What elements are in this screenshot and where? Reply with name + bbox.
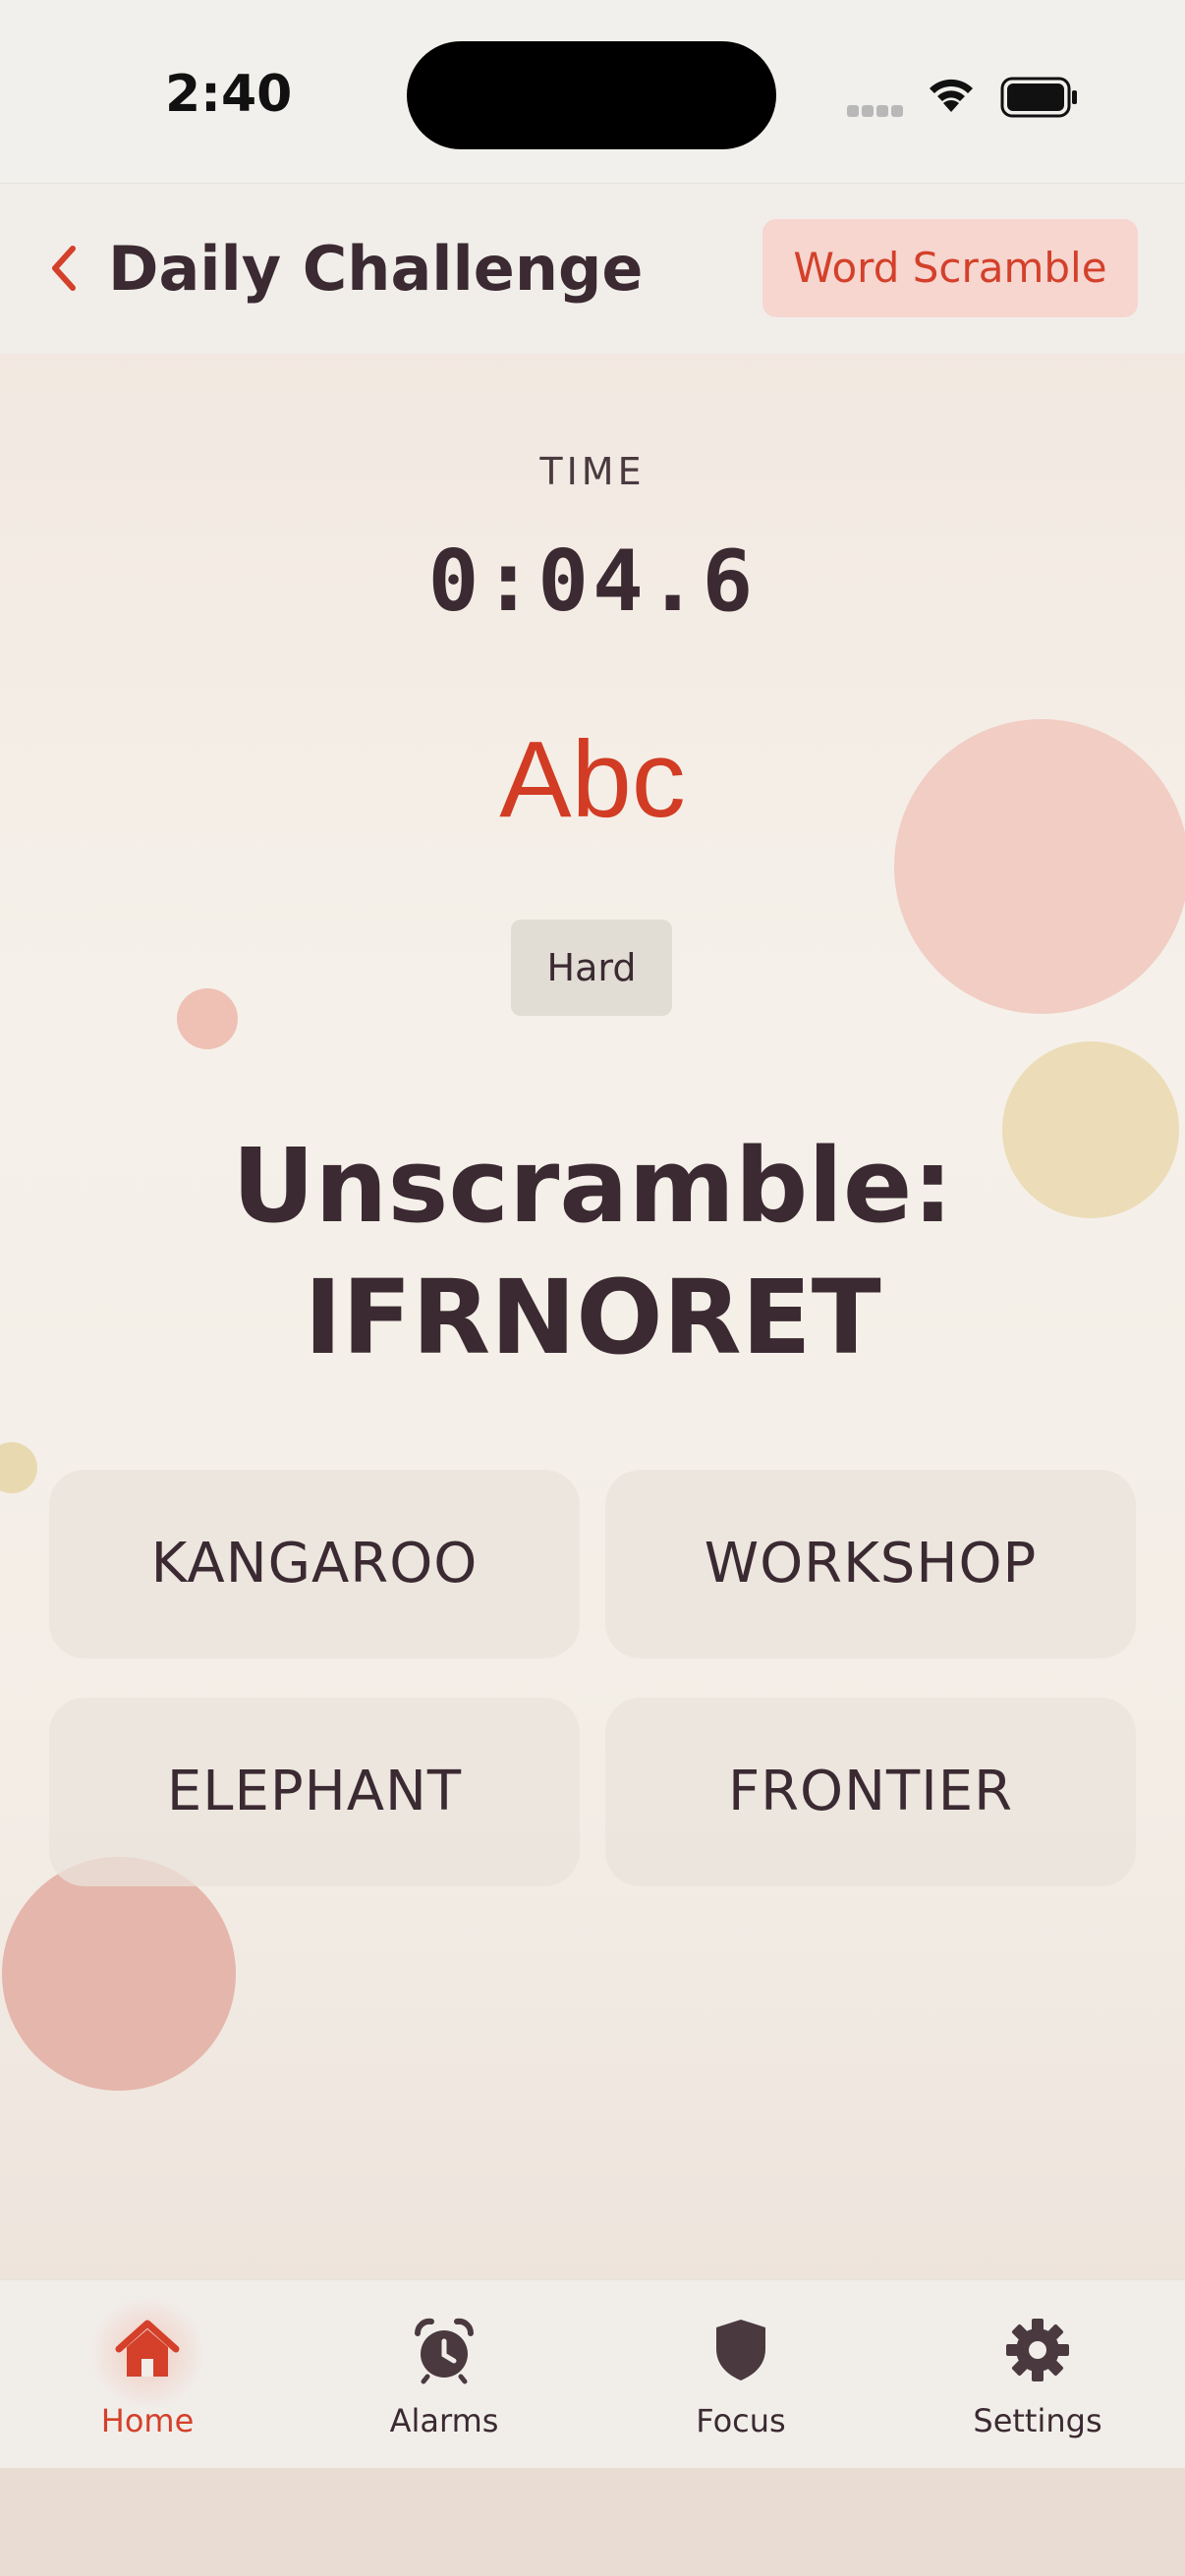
alarm-clock-icon (414, 2318, 475, 2384)
answer-option[interactable]: FRONTIER (605, 1698, 1136, 1886)
decor-circle-yellow-tiny (0, 1442, 37, 1493)
tab-home[interactable]: Home (0, 2280, 295, 2469)
status-time: 2:40 (165, 65, 293, 124)
answer-option[interactable]: KANGAROO (49, 1470, 580, 1658)
decor-circle-rose (2, 1857, 236, 2091)
game-logo: Abc (499, 719, 686, 840)
home-indicator-area (0, 2468, 1185, 2576)
status-bar: 2:40 (0, 0, 1185, 183)
tab-settings[interactable]: Settings (890, 2280, 1185, 2469)
header: Daily Challenge Word Scramble (0, 183, 1185, 354)
answer-option[interactable]: WORKSHOP (605, 1470, 1136, 1658)
tab-alarms[interactable]: Alarms (297, 2280, 592, 2469)
tab-label: Home (100, 2402, 195, 2439)
battery-icon (1000, 77, 1077, 118)
scrambled-word: IFRNORET (304, 1258, 881, 1377)
shield-icon (716, 2320, 765, 2380)
tab-label: Alarms (389, 2402, 499, 2439)
timer-value: 0:04.6 (427, 532, 758, 631)
tab-focus[interactable]: Focus (593, 2280, 888, 2469)
wifi-icon (930, 79, 973, 112)
tab-label: Focus (696, 2402, 786, 2439)
answer-option[interactable]: ELEPHANT (49, 1698, 580, 1886)
screen: 2:40 Daily Challenge Word Scramble TIME … (0, 0, 1185, 2576)
dynamic-island (407, 41, 776, 149)
prompt-instruction: Unscramble: (231, 1126, 954, 1246)
scramble-prompt: Unscramble: IFRNORET (0, 1120, 1185, 1383)
page-title: Daily Challenge (108, 233, 644, 305)
game-mode-chip[interactable]: Word Scramble (762, 219, 1138, 317)
timer-label: TIME (539, 450, 646, 493)
gear-icon (1006, 2319, 1069, 2381)
cellular-signal-icon (847, 102, 906, 121)
back-chevron-icon[interactable] (43, 241, 83, 296)
decor-circle-pink-small (177, 988, 238, 1049)
house-icon (115, 2320, 180, 2377)
tab-label: Settings (973, 2402, 1102, 2439)
difficulty-badge: Hard (511, 920, 672, 1016)
tab-bar: Home Alarms Focus Settings (0, 2279, 1185, 2468)
